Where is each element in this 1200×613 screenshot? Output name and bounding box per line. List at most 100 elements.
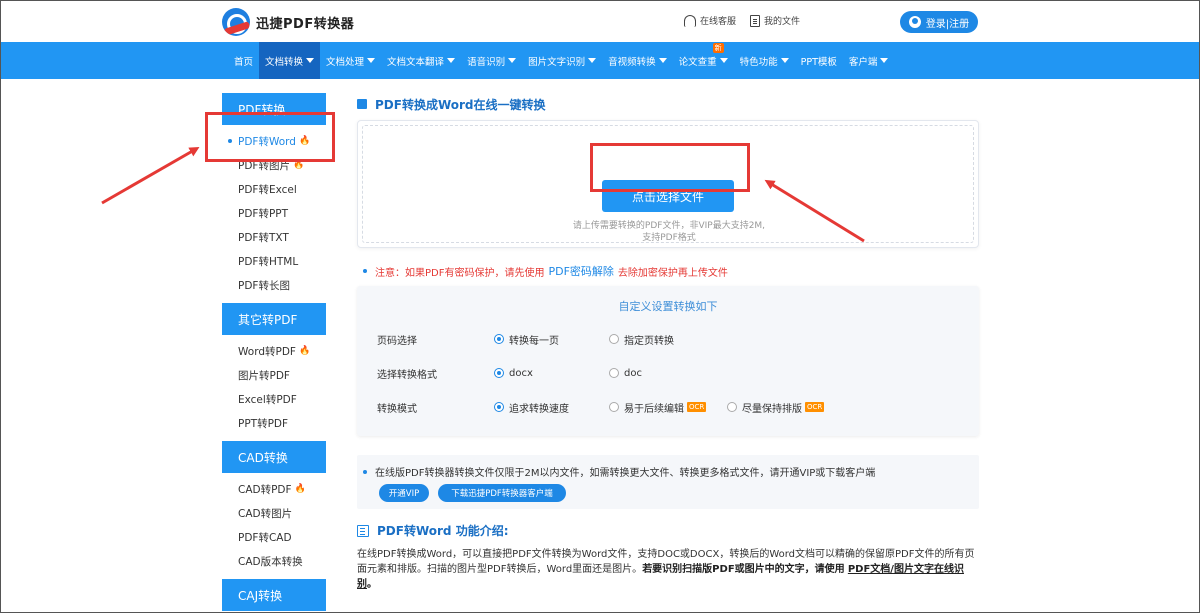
sidebar-item[interactable]: Word转PDF 🔥 <box>222 339 326 363</box>
sidebar-item[interactable]: PDF转HTML <box>222 249 326 273</box>
radio-button[interactable] <box>609 334 619 344</box>
bullet-dot <box>363 269 367 273</box>
nav-item-label: 图片文字识别 <box>528 56 586 68</box>
settings-row: 页码选择 转换每一页 指定页转换 <box>377 331 967 347</box>
fire-icon: 🔥 <box>294 484 306 494</box>
online-service-link[interactable]: 在线客服 <box>684 14 736 27</box>
sidebar-section-list: Word转PDF 🔥 图片转PDF Excel转PDF PPT转PDF <box>222 335 326 441</box>
radio-button[interactable] <box>494 368 504 378</box>
fire-icon: 🔥 <box>292 160 305 170</box>
intro-title: PDF转Word 功能介绍: <box>357 522 509 539</box>
nav-item-label: 文档处理 <box>326 56 365 68</box>
my-files-label: 我的文件 <box>764 17 801 27</box>
radio-button[interactable] <box>494 402 504 412</box>
conversion-settings: 自定义设置转换如下 页码选择 转换每一页 指定页转换 选择转换格式 docx doc 转换模… <box>357 286 979 436</box>
intro-title-text: PDF转Word 功能介绍: <box>377 524 509 538</box>
fire-icon: 🔥 <box>298 136 311 146</box>
settings-row: 转换模式 追求转换速度 易于后续编辑 OCR 尽量保持排版 OCR <box>377 399 967 415</box>
sidebar-item-label: CAD版本转换 <box>238 555 303 568</box>
nav-item-10[interactable]: 客户端 <box>843 42 895 79</box>
radio-button[interactable] <box>609 402 619 412</box>
radio-option[interactable]: docx <box>494 368 533 379</box>
settings-row-label: 页码选择 <box>377 335 417 347</box>
sidebar-item-label: PDF转CAD <box>238 531 292 544</box>
nav-item-7[interactable]: 论文查重 新 <box>673 42 734 79</box>
radio-button[interactable] <box>494 334 504 344</box>
nav-item-label: 文档文本翻译 <box>387 56 445 68</box>
page-title: PDF转换成Word在线一键转换 <box>357 93 979 115</box>
active-dot-icon <box>228 139 232 143</box>
sidebar-item[interactable]: Excel转PDF <box>222 387 326 411</box>
sidebar-item[interactable]: CAD版本转换 <box>222 549 326 573</box>
radio-option-label: 转换每一页 <box>509 335 559 347</box>
download-client-button[interactable]: 下载迅捷PDF转换器客户端 <box>438 484 566 502</box>
upload-area[interactable]: 点击选择文件 请上传需要转换的PDF文件，非VIP最大支持2M, 支持PDF格式 <box>357 120 979 248</box>
intro-body: 在线PDF转换成Word，可以直接把PDF文件转换为Word文件，支持DOC或D… <box>357 547 979 592</box>
sidebar-item[interactable]: 图片转PDF <box>222 363 326 387</box>
sidebar: PDF转换 PDF转Word 🔥 PDF转图片 🔥 PDF转Excel PDF转PPT PDF… <box>222 93 326 611</box>
sidebar-item[interactable]: PDF转Excel <box>222 177 326 201</box>
sidebar-section-header: 其它转PDF <box>222 303 326 335</box>
nav-item-8[interactable]: 特色功能 <box>734 42 795 79</box>
radio-option[interactable]: 指定页转换 <box>609 332 674 347</box>
nav-item-label: 文档转换 <box>265 56 304 68</box>
radio-option[interactable]: 转换每一页 <box>494 332 559 347</box>
nav-item-9[interactable]: PPT模板 <box>795 42 843 79</box>
logo[interactable]: 迅捷PDF转换器 <box>222 8 354 36</box>
ocr-badge: OCR <box>805 402 825 412</box>
nav-item-3[interactable]: 文档文本翻译 <box>381 42 461 79</box>
sidebar-item[interactable]: PDF转Word 🔥 <box>222 129 326 153</box>
sidebar-item-label: CAD转PDF <box>238 483 292 496</box>
radio-option[interactable]: 追求转换速度 <box>494 400 569 415</box>
pdf-password-remove-link[interactable]: PDF密码解除 <box>548 263 613 279</box>
main-nav: 首页 文档转换 文档处理 文档文本翻译 语音识别 图片文字识别 音视频转换 论文查重 新特色功能… <box>228 42 894 79</box>
open-vip-button[interactable]: 开通VIP <box>379 484 429 502</box>
login-button[interactable]: 登录|注册 <box>900 11 978 33</box>
sidebar-item[interactable]: PDF转PPT <box>222 201 326 225</box>
sidebar-item[interactable]: PDF转长图 <box>222 273 326 297</box>
sidebar-section-header: CAJ转换 <box>222 579 326 611</box>
sidebar-item-label: PDF转Excel <box>238 183 297 196</box>
logo-text: 迅捷PDF转换器 <box>256 16 355 32</box>
nav-item-0[interactable]: 首页 <box>228 42 259 79</box>
radio-option[interactable]: doc <box>609 368 642 379</box>
chevron-down-icon <box>508 58 517 63</box>
my-files-link[interactable]: 我的文件 <box>750 14 800 27</box>
upload-hint: 请上传需要转换的PDF文件，非VIP最大支持2M, 支持PDF格式 <box>358 220 980 244</box>
nav-item-2[interactable]: 文档处理 <box>320 42 381 79</box>
ocr-badge: OCR <box>687 402 707 412</box>
sidebar-item[interactable]: PDF转CAD <box>222 525 326 549</box>
sidebar-item-label: 图片转PDF <box>238 369 290 382</box>
sidebar-item-label: PDF转图片 <box>238 159 290 172</box>
sidebar-item-label: Excel转PDF <box>238 393 297 406</box>
nav-item-label: PPT模板 <box>800 56 837 68</box>
sidebar-item[interactable]: PDF转图片 🔥 <box>222 153 326 177</box>
settings-row: 选择转换格式 docx doc <box>377 365 967 381</box>
radio-button[interactable] <box>609 368 619 378</box>
sidebar-section-header: CAD转换 <box>222 441 326 473</box>
radio-option[interactable]: 尽量保持排版 OCR <box>727 400 825 415</box>
radio-button[interactable] <box>727 402 737 412</box>
nav-item-label: 音视频转换 <box>608 56 656 68</box>
upload-hint-line1: 请上传需要转换的PDF文件，非VIP最大支持2M, <box>572 221 766 231</box>
sidebar-item[interactable]: PDF转TXT <box>222 225 326 249</box>
arrow-to-sidebar <box>101 147 200 205</box>
chevron-down-icon <box>306 58 315 63</box>
nav-item-1[interactable]: 文档转换 <box>259 42 321 79</box>
book-icon <box>357 524 369 537</box>
nav-item-6[interactable]: 音视频转换 <box>602 42 673 79</box>
sidebar-item[interactable]: PPT转PDF <box>222 411 326 435</box>
page-title-text: PDF转换成Word在线一键转换 <box>375 97 546 112</box>
login-label: 登录|注册 <box>925 18 970 30</box>
nav-item-5[interactable]: 图片文字识别 <box>522 42 602 79</box>
sidebar-item[interactable]: CAD转PDF 🔥 <box>222 477 326 501</box>
sidebar-item[interactable]: CAD转图片 <box>222 501 326 525</box>
sidebar-item-label: PPT转PDF <box>238 417 289 430</box>
choose-file-button[interactable]: 点击选择文件 <box>602 180 734 212</box>
radio-option[interactable]: 易于后续编辑 OCR <box>609 400 707 415</box>
user-icon <box>908 16 921 28</box>
nav-item-label: 语音识别 <box>467 56 506 68</box>
sidebar-section-list: CAD转PDF 🔥 CAD转图片 PDF转CAD CAD版本转换 <box>222 473 326 579</box>
chevron-down-icon <box>880 58 889 63</box>
nav-item-4[interactable]: 语音识别 <box>461 42 522 79</box>
